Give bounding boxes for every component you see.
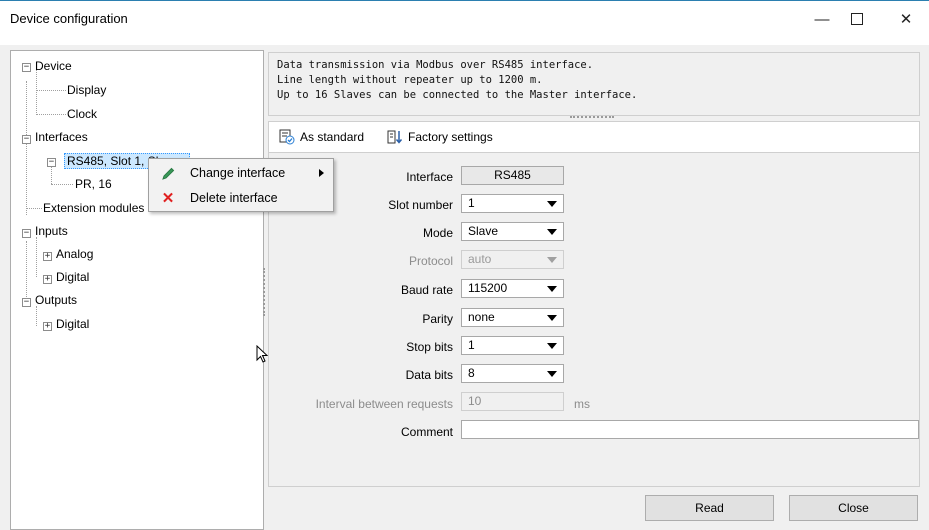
close-icon: ✕ bbox=[899, 11, 913, 28]
tree-item-analog[interactable]: Analog bbox=[56, 247, 93, 261]
as-standard-icon bbox=[279, 129, 295, 145]
toolbar: As standard Factory settings bbox=[268, 121, 920, 153]
data-bits-value: 8 bbox=[468, 366, 475, 380]
tree-item-outputs[interactable]: Outputs bbox=[35, 293, 77, 307]
chevron-down-icon bbox=[547, 201, 557, 207]
chevron-down-icon bbox=[547, 315, 557, 321]
data-bits-label: Data bits bbox=[405, 368, 453, 382]
description-line: Up to 16 Slaves can be connected to the … bbox=[277, 89, 638, 101]
interval-label: Interval between requests bbox=[315, 397, 453, 411]
tree-item-outputs-digital[interactable]: Digital bbox=[56, 317, 89, 331]
tree-item-pr16[interactable]: PR, 16 bbox=[75, 177, 112, 191]
menu-item-change-interface[interactable]: Change interface bbox=[150, 161, 332, 185]
tree-item-display[interactable]: Display bbox=[67, 83, 106, 97]
chevron-down-icon bbox=[547, 257, 557, 263]
slot-number-select[interactable]: 1 bbox=[461, 194, 564, 213]
config-tree[interactable]: − Device Display Clock − Interfaces − RS… bbox=[10, 50, 264, 530]
stop-bits-value: 1 bbox=[468, 338, 475, 352]
interface-value: RS485 bbox=[461, 166, 564, 185]
factory-settings-button[interactable]: Factory settings bbox=[387, 129, 493, 145]
collapse-interfaces-icon[interactable]: − bbox=[22, 135, 31, 144]
menu-item-label: Change interface bbox=[190, 166, 286, 180]
slot-number-value: 1 bbox=[468, 196, 475, 210]
pencil-icon bbox=[159, 164, 177, 182]
menu-item-delete-interface[interactable]: ✕ Delete interface bbox=[150, 186, 332, 210]
protocol-select: auto bbox=[461, 250, 564, 269]
title-bar: Device configuration — ✕ bbox=[0, 0, 929, 36]
maximize-button[interactable] bbox=[834, 1, 880, 37]
tree-item-inputs-digital[interactable]: Digital bbox=[56, 270, 89, 284]
expand-analog-icon[interactable]: + bbox=[43, 252, 52, 261]
factory-settings-icon bbox=[387, 130, 403, 144]
comment-label: Comment bbox=[400, 425, 453, 439]
tree-item-device[interactable]: Device bbox=[35, 59, 72, 73]
as-standard-label: As standard bbox=[300, 130, 365, 144]
baud-rate-select[interactable]: 115200 bbox=[461, 279, 564, 298]
data-bits-select[interactable]: 8 bbox=[461, 364, 564, 383]
baud-rate-label: Baud rate bbox=[400, 283, 453, 297]
menu-item-label: Delete interface bbox=[190, 191, 278, 205]
mode-label: Mode bbox=[422, 226, 453, 240]
context-menu: Change interface ✕ Delete interface bbox=[148, 158, 334, 212]
chevron-down-icon bbox=[547, 229, 557, 235]
chevron-down-icon bbox=[547, 286, 557, 292]
interval-input: 10 bbox=[461, 392, 564, 411]
as-standard-button[interactable]: As standard bbox=[279, 129, 364, 145]
minimize-icon: — bbox=[814, 10, 830, 28]
tree-item-interfaces[interactable]: Interfaces bbox=[35, 130, 88, 144]
mode-select[interactable]: Slave bbox=[461, 222, 564, 241]
tree-item-extension-modules[interactable]: Extension modules bbox=[43, 201, 144, 215]
close-window-button[interactable]: ✕ bbox=[883, 1, 929, 37]
baud-rate-value: 115200 bbox=[468, 281, 508, 295]
close-button[interactable]: Close bbox=[789, 495, 918, 521]
parity-value: none bbox=[468, 310, 495, 324]
collapse-device-icon[interactable]: − bbox=[22, 63, 31, 72]
delete-x-icon: ✕ bbox=[161, 190, 175, 207]
mode-value: Slave bbox=[468, 224, 499, 238]
description-panel: Data transmission via Modbus over RS485 … bbox=[268, 52, 920, 116]
horizontal-splitter[interactable] bbox=[570, 116, 614, 120]
submenu-arrow-icon bbox=[319, 169, 324, 177]
tree-item-inputs[interactable]: Inputs bbox=[35, 224, 68, 238]
collapse-inputs-icon[interactable]: − bbox=[22, 229, 31, 238]
description-line: Line length without repeater up to 1200 … bbox=[277, 74, 543, 86]
collapse-outputs-icon[interactable]: − bbox=[22, 298, 31, 307]
stop-bits-select[interactable]: 1 bbox=[461, 336, 564, 355]
comment-input[interactable] bbox=[461, 420, 919, 439]
factory-settings-label: Factory settings bbox=[408, 130, 493, 144]
maximize-icon bbox=[851, 13, 863, 25]
expand-outputs-digital-icon[interactable]: + bbox=[43, 322, 52, 331]
mouse-cursor-icon bbox=[256, 345, 268, 363]
read-button[interactable]: Read bbox=[645, 495, 774, 521]
parity-label: Parity bbox=[422, 312, 453, 326]
chevron-down-icon bbox=[547, 371, 557, 377]
tree-item-clock[interactable]: Clock bbox=[67, 107, 97, 121]
window-title: Device configuration bbox=[10, 11, 128, 26]
stop-bits-label: Stop bits bbox=[406, 340, 453, 354]
protocol-label: Protocol bbox=[408, 254, 453, 268]
interval-unit: ms bbox=[574, 397, 590, 411]
description-line: Data transmission via Modbus over RS485 … bbox=[277, 59, 594, 71]
parity-select[interactable]: none bbox=[461, 308, 564, 327]
expand-inputs-digital-icon[interactable]: + bbox=[43, 275, 52, 284]
protocol-value: auto bbox=[468, 252, 492, 266]
chevron-down-icon bbox=[547, 343, 557, 349]
collapse-rs485-icon[interactable]: − bbox=[47, 158, 56, 167]
